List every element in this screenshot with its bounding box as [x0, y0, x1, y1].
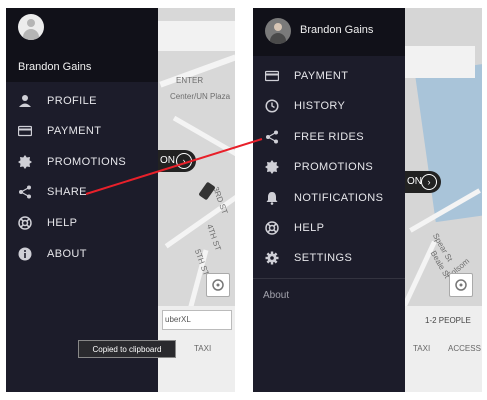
connector-line [85, 138, 263, 195]
connector-arrow [85, 138, 263, 195]
